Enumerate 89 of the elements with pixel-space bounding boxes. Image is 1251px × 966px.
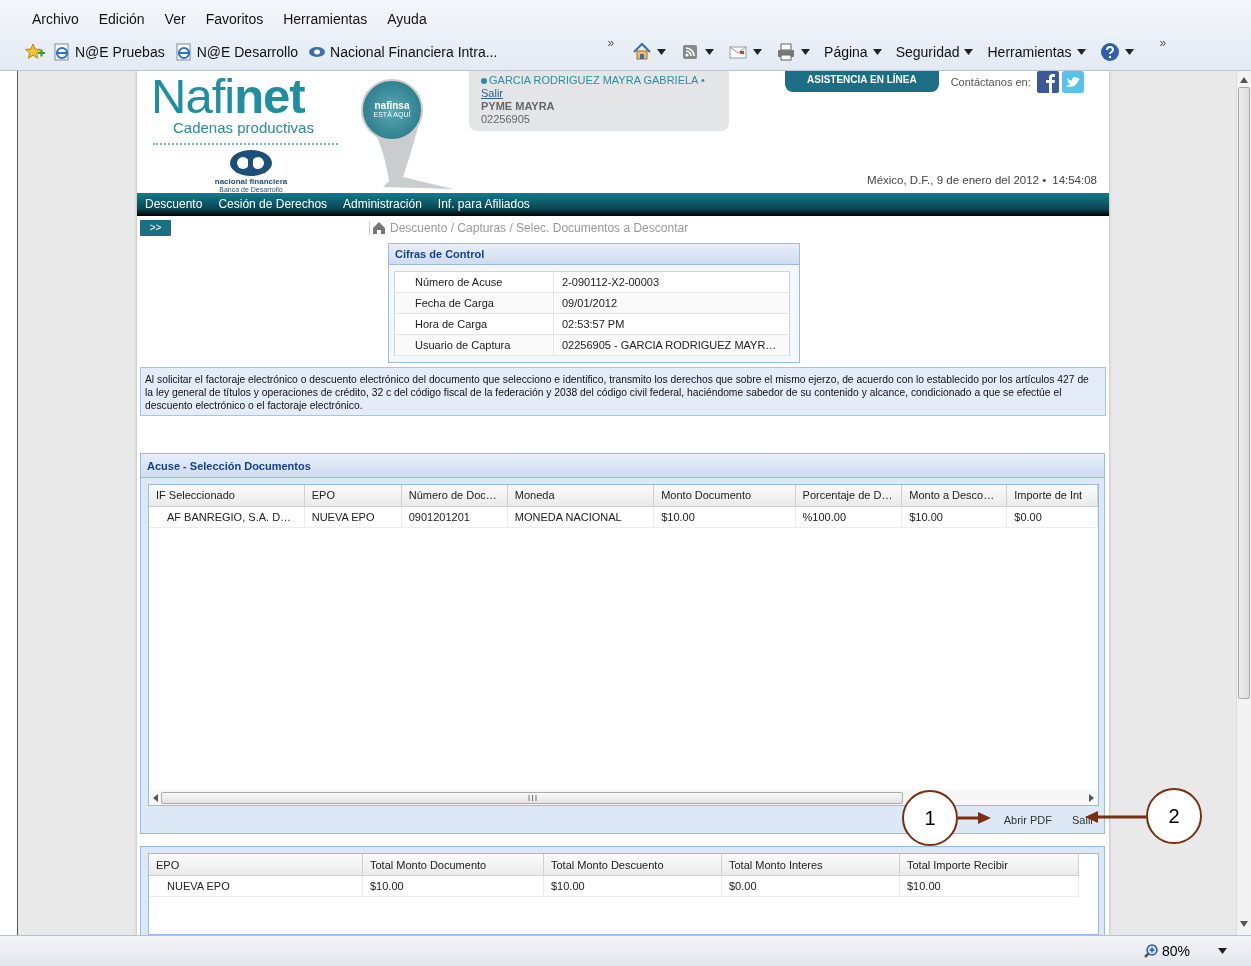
org-logo-icon xyxy=(229,149,273,177)
caret-icon[interactable] xyxy=(753,49,763,55)
column-header[interactable]: Total Monto Documento xyxy=(362,854,544,876)
nav-menu-item[interactable]: Cesión de Derechos xyxy=(218,197,328,212)
menu-item[interactable]: Herramientas xyxy=(283,11,368,34)
scroll-up-icon[interactable] xyxy=(1240,77,1248,83)
status-dot-icon xyxy=(481,78,487,85)
logo-wordmark: Nafinet xyxy=(151,73,305,119)
menu-item[interactable]: Edición xyxy=(98,11,145,34)
menu-item[interactable]: Ayuda xyxy=(387,11,427,34)
favorite-link[interactable]: N@E Pruebas xyxy=(53,43,165,61)
field-label: Número de Acuse xyxy=(394,271,554,293)
field-value: 2-090112-X2-00003 xyxy=(553,271,790,293)
scroll-right-icon[interactable] xyxy=(1089,793,1094,802)
link-icon xyxy=(308,46,327,58)
scroll-down-icon[interactable] xyxy=(1240,921,1248,927)
horizontal-scrollbar[interactable] xyxy=(149,790,1098,805)
grip-icon xyxy=(527,794,537,801)
field-value: 02256905 - GARCIA RODRIGUEZ MAYR… xyxy=(553,334,790,356)
toolbar-menu[interactable]: Página xyxy=(824,44,882,60)
caret-icon[interactable] xyxy=(657,49,667,55)
assistance-button[interactable]: ASISTENCIA EN LÍNEA xyxy=(785,71,939,92)
column-header[interactable]: Monto Documento xyxy=(653,484,796,507)
user-name: GARCIA RODRIGUEZ MAYRA GABRIELA • xyxy=(489,74,705,86)
caret-icon[interactable] xyxy=(872,49,882,55)
caret-icon[interactable] xyxy=(705,49,715,55)
time-text: 14:54:08 xyxy=(1052,174,1097,186)
column-header[interactable]: Número de Doc… xyxy=(401,484,508,507)
field-label: Usuario de Captura xyxy=(394,334,554,356)
toolbar-menu[interactable]: Herramientas xyxy=(987,44,1086,60)
date-text: México, D.F., 9 de enero del 2012 • xyxy=(867,174,1047,186)
contact-label: Contáctanos en: xyxy=(950,76,1031,88)
favorite-link[interactable]: N@E Desarrollo xyxy=(174,43,299,61)
print-icon[interactable] xyxy=(776,42,797,62)
zoom-control[interactable]: 80% xyxy=(1143,943,1190,959)
star-icon[interactable] xyxy=(25,43,45,61)
home-icon xyxy=(373,221,385,234)
field-value: 02:53:57 PM xyxy=(553,313,790,335)
nav-menu-item[interactable]: Inf. para Afiliados xyxy=(437,197,530,212)
page-icon xyxy=(53,43,71,61)
table-cell: NUEVA EPO xyxy=(149,875,363,897)
favorite-link[interactable]: Nacional Financiera Intra... xyxy=(308,44,498,60)
column-header[interactable]: Total Monto Interes xyxy=(721,854,900,876)
column-header[interactable]: Importe de Int xyxy=(1006,484,1098,507)
company-name: PYME MAYRA xyxy=(481,100,556,113)
toolbar-overflow[interactable]: » xyxy=(1159,36,1167,50)
home-icon[interactable] xyxy=(632,42,653,62)
panel-header: Cifras de Control xyxy=(389,243,799,265)
logo-tagline: Cadenas productivas xyxy=(173,119,315,137)
column-header[interactable]: IF Seleccionado xyxy=(149,484,305,507)
field-value: 09/01/2012 xyxy=(553,292,790,314)
toolbar-overflow[interactable]: » xyxy=(607,36,615,50)
field-label: Hora de Carga xyxy=(394,313,554,335)
logout-link[interactable]: Salir xyxy=(481,87,503,99)
column-header[interactable]: Porcentaje de D… xyxy=(795,484,902,507)
caret-icon[interactable] xyxy=(964,49,974,55)
expand-button[interactable]: >> xyxy=(140,219,171,236)
action-link[interactable]: Abrir PDF xyxy=(1003,814,1052,826)
column-header[interactable]: EPO xyxy=(149,854,363,876)
toolbar-menu[interactable]: Seguridad xyxy=(895,44,974,60)
user-id: 02256905 xyxy=(481,113,531,126)
column-header[interactable]: EPO xyxy=(304,484,402,507)
scrollbar[interactable] xyxy=(1236,71,1251,935)
legal-notice: Al solicitar el factoraje electrónico o descuento electrónico del documento que selecciono e identifico, transmito los derechos que sobre el mismo ejerzo, de acuerdo con lo establecido por los artículos 427 de la ley general de títulos y operaciones de crédito, 32 c del código fiscal de la federación y 2038 del código civil federal, haciéndome sabedor de su contenido y alcance, condicionado a que se efectúe el descuento electrónico o el factoraje electrónico. xyxy=(140,366,1106,416)
scroll-thumb[interactable] xyxy=(1238,87,1250,699)
column-header[interactable]: Monto a Desco… xyxy=(901,484,1007,507)
badge-title: nafinsa xyxy=(374,101,410,111)
panel-header: Acuse - Selección Documentos xyxy=(141,453,1104,478)
field-label: Fecha de Carga xyxy=(394,292,554,314)
page-icon xyxy=(174,43,193,61)
scroll-left-icon[interactable] xyxy=(153,793,158,802)
zoom-icon xyxy=(1143,943,1159,959)
menu-item[interactable]: Archivo xyxy=(32,11,79,34)
menu-item[interactable]: Favoritos xyxy=(205,11,264,34)
caret-icon[interactable] xyxy=(1076,49,1086,55)
help-icon[interactable] xyxy=(1099,42,1120,62)
table-cell: AF BANREGIO, S.A. D… xyxy=(149,506,305,528)
caret-icon[interactable] xyxy=(801,49,811,55)
caret-icon[interactable] xyxy=(1124,49,1134,55)
menu-item[interactable]: Ver xyxy=(164,11,186,34)
column-header[interactable]: Total Monto Descuento xyxy=(543,854,722,876)
nav-menu-item[interactable]: Descuento xyxy=(145,197,203,212)
scroll-thumb[interactable] xyxy=(161,791,903,804)
nav-menu-item[interactable]: Administración xyxy=(343,197,422,212)
caret-icon[interactable] xyxy=(1218,948,1227,954)
facebook-icon[interactable] xyxy=(1036,71,1059,93)
org-name: nacional financiera xyxy=(214,177,288,186)
column-header[interactable]: Total Importe Recibir xyxy=(899,854,1079,876)
column-header[interactable]: Moneda xyxy=(507,484,654,507)
